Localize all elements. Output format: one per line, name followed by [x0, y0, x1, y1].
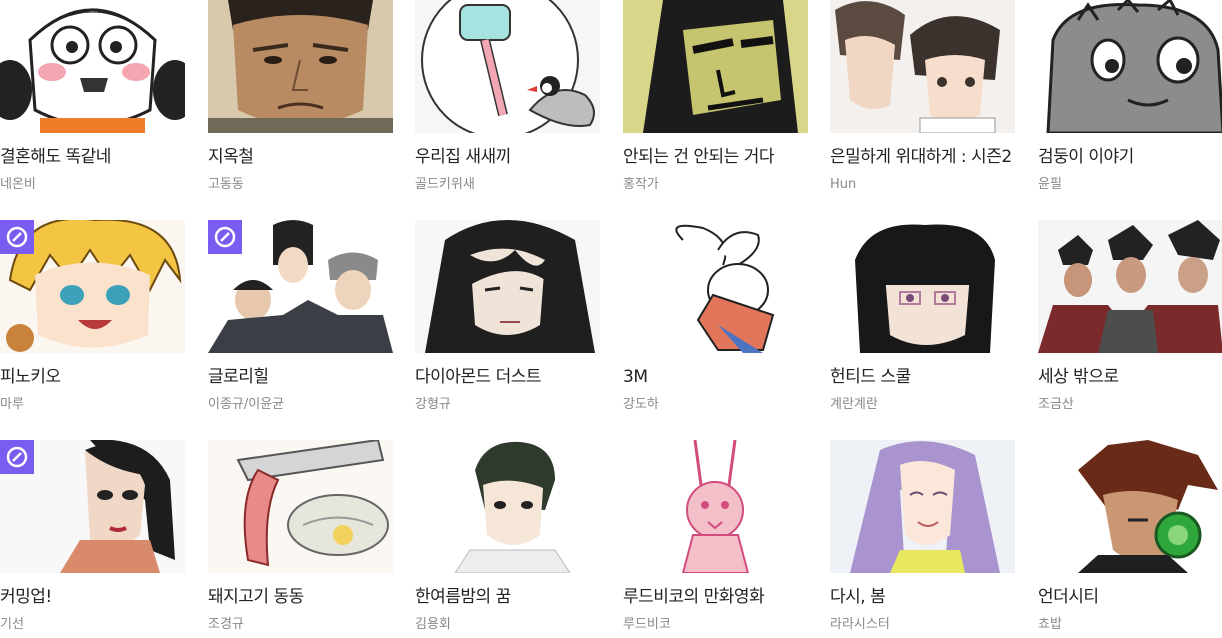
thumbnail-art [1038, 220, 1222, 353]
comic-card[interactable]: 언더시티 쵸밥 [1038, 440, 1222, 638]
thumbnail-art [415, 0, 600, 133]
comic-title[interactable]: 헌티드 스쿨 [830, 366, 1015, 388]
comic-thumbnail[interactable] [623, 220, 808, 353]
thumbnail-art [0, 0, 185, 133]
comic-thumbnail[interactable] [830, 220, 1015, 353]
compass-icon [6, 446, 28, 468]
thumbnail-art [415, 440, 600, 573]
comic-card[interactable]: 결혼해도 똑같네 네온비 [0, 0, 185, 200]
comic-thumbnail[interactable] [0, 440, 185, 573]
comic-author: 조경규 [208, 617, 244, 632]
comic-thumbnail[interactable] [415, 440, 600, 573]
comic-title[interactable]: 루드비코의 만화영화 [623, 586, 808, 608]
thumbnail-art [415, 220, 600, 353]
comic-card[interactable]: 커밍업! 기선 [0, 440, 185, 638]
comic-card[interactable]: 돼지고기 동동 조경규 [208, 440, 393, 638]
comic-author: 이종규/이윤균 [208, 397, 285, 412]
comic-thumbnail[interactable] [830, 0, 1015, 133]
comic-card[interactable]: 안되는 건 안되는 거다 홍작가 [623, 0, 808, 200]
comic-title[interactable]: 안되는 건 안되는 거다 [623, 146, 808, 168]
comic-card[interactable]: 세상 밖으로 조금산 [1038, 220, 1222, 420]
comic-author: Hun [830, 177, 857, 192]
comic-grid: 결혼해도 똑같네 네온비 지옥철 고동동 우리집 새새끼 골드키위새 안되는 건… [0, 0, 1222, 638]
thumbnail-art [208, 0, 393, 133]
compass-icon [214, 226, 236, 248]
thumbnail-art [830, 220, 1015, 353]
comic-card[interactable]: 3M 강도하 [623, 220, 808, 420]
thumbnail-art [1038, 0, 1222, 133]
comic-thumbnail[interactable] [0, 220, 185, 353]
comic-thumbnail[interactable] [415, 220, 600, 353]
comic-card[interactable]: 다이아몬드 더스트 강형규 [415, 220, 600, 420]
comic-card[interactable]: 다시, 봄 라라시스터 [830, 440, 1015, 638]
comic-author: 김용회 [415, 617, 451, 632]
compass-icon-badge [208, 220, 242, 254]
thumbnail-art [1038, 440, 1222, 573]
comic-title[interactable]: 결혼해도 똑같네 [0, 146, 185, 168]
thumbnail-art [623, 0, 808, 133]
comic-author: 루드비코 [623, 617, 671, 632]
thumbnail-art [830, 0, 1015, 133]
comic-thumbnail[interactable] [1038, 220, 1222, 353]
compass-icon [6, 226, 28, 248]
comic-card[interactable]: 글로리힐 이종규/이윤균 [208, 220, 393, 420]
thumbnail-art [208, 440, 393, 573]
comic-title[interactable]: 커밍업! [0, 586, 185, 608]
comic-card[interactable]: 루드비코의 만화영화 루드비코 [623, 440, 808, 638]
comic-thumbnail[interactable] [623, 440, 808, 573]
comic-author: 골드키위새 [415, 177, 475, 192]
comic-title[interactable]: 다이아몬드 더스트 [415, 366, 600, 388]
comic-card[interactable]: 한여름밤의 꿈 김용회 [415, 440, 600, 638]
comic-author: 조금산 [1038, 397, 1074, 412]
comic-title[interactable]: 돼지고기 동동 [208, 586, 393, 608]
comic-card[interactable]: 피노키오 마루 [0, 220, 185, 420]
comic-author: 기선 [0, 617, 24, 632]
comic-author: 라라시스터 [830, 617, 890, 632]
comic-author: 홍작가 [623, 177, 659, 192]
comic-title[interactable]: 은밀하게 위대하게 : 시즌2 [830, 146, 1015, 168]
comic-title[interactable]: 지옥철 [208, 146, 393, 168]
comic-thumbnail[interactable] [623, 0, 808, 133]
comic-title[interactable]: 검둥이 이야기 [1038, 146, 1222, 168]
comic-thumbnail[interactable] [1038, 0, 1222, 133]
comic-card[interactable]: 은밀하게 위대하게 : 시즌2 Hun [830, 0, 1015, 200]
comic-author: 쵸밥 [1038, 617, 1062, 632]
comic-title[interactable]: 피노키오 [0, 366, 185, 388]
comic-author: 마루 [0, 397, 24, 412]
comic-title[interactable]: 3M [623, 366, 808, 388]
thumbnail-art [623, 440, 808, 573]
comic-card[interactable]: 헌티드 스쿨 계란계란 [830, 220, 1015, 420]
comic-title[interactable]: 우리집 새새끼 [415, 146, 600, 168]
comic-thumbnail[interactable] [208, 220, 393, 353]
comic-title[interactable]: 다시, 봄 [830, 586, 1015, 608]
comic-author: 윤필 [1038, 177, 1062, 192]
comic-card[interactable]: 검둥이 이야기 윤필 [1038, 0, 1222, 200]
comic-title[interactable]: 한여름밤의 꿈 [415, 586, 600, 608]
comic-author: 강형규 [415, 397, 451, 412]
comic-card[interactable]: 지옥철 고동동 [208, 0, 393, 200]
comic-thumbnail[interactable] [208, 0, 393, 133]
comic-thumbnail[interactable] [415, 0, 600, 133]
comic-author: 고동동 [208, 177, 244, 192]
thumbnail-art [623, 220, 808, 353]
comic-thumbnail[interactable] [0, 0, 185, 133]
comic-author: 강도하 [623, 397, 659, 412]
comic-thumbnail[interactable] [208, 440, 393, 573]
comic-title[interactable]: 언더시티 [1038, 586, 1222, 608]
comic-card[interactable]: 우리집 새새끼 골드키위새 [415, 0, 600, 200]
compass-icon-badge [0, 220, 34, 254]
comic-title[interactable]: 세상 밖으로 [1038, 366, 1222, 388]
compass-icon-badge [0, 440, 34, 474]
comic-title[interactable]: 글로리힐 [208, 366, 393, 388]
thumbnail-art [830, 440, 1015, 573]
comic-thumbnail[interactable] [830, 440, 1015, 573]
comic-author: 계란계란 [830, 397, 878, 412]
comic-thumbnail[interactable] [1038, 440, 1222, 573]
comic-author: 네온비 [0, 177, 36, 192]
